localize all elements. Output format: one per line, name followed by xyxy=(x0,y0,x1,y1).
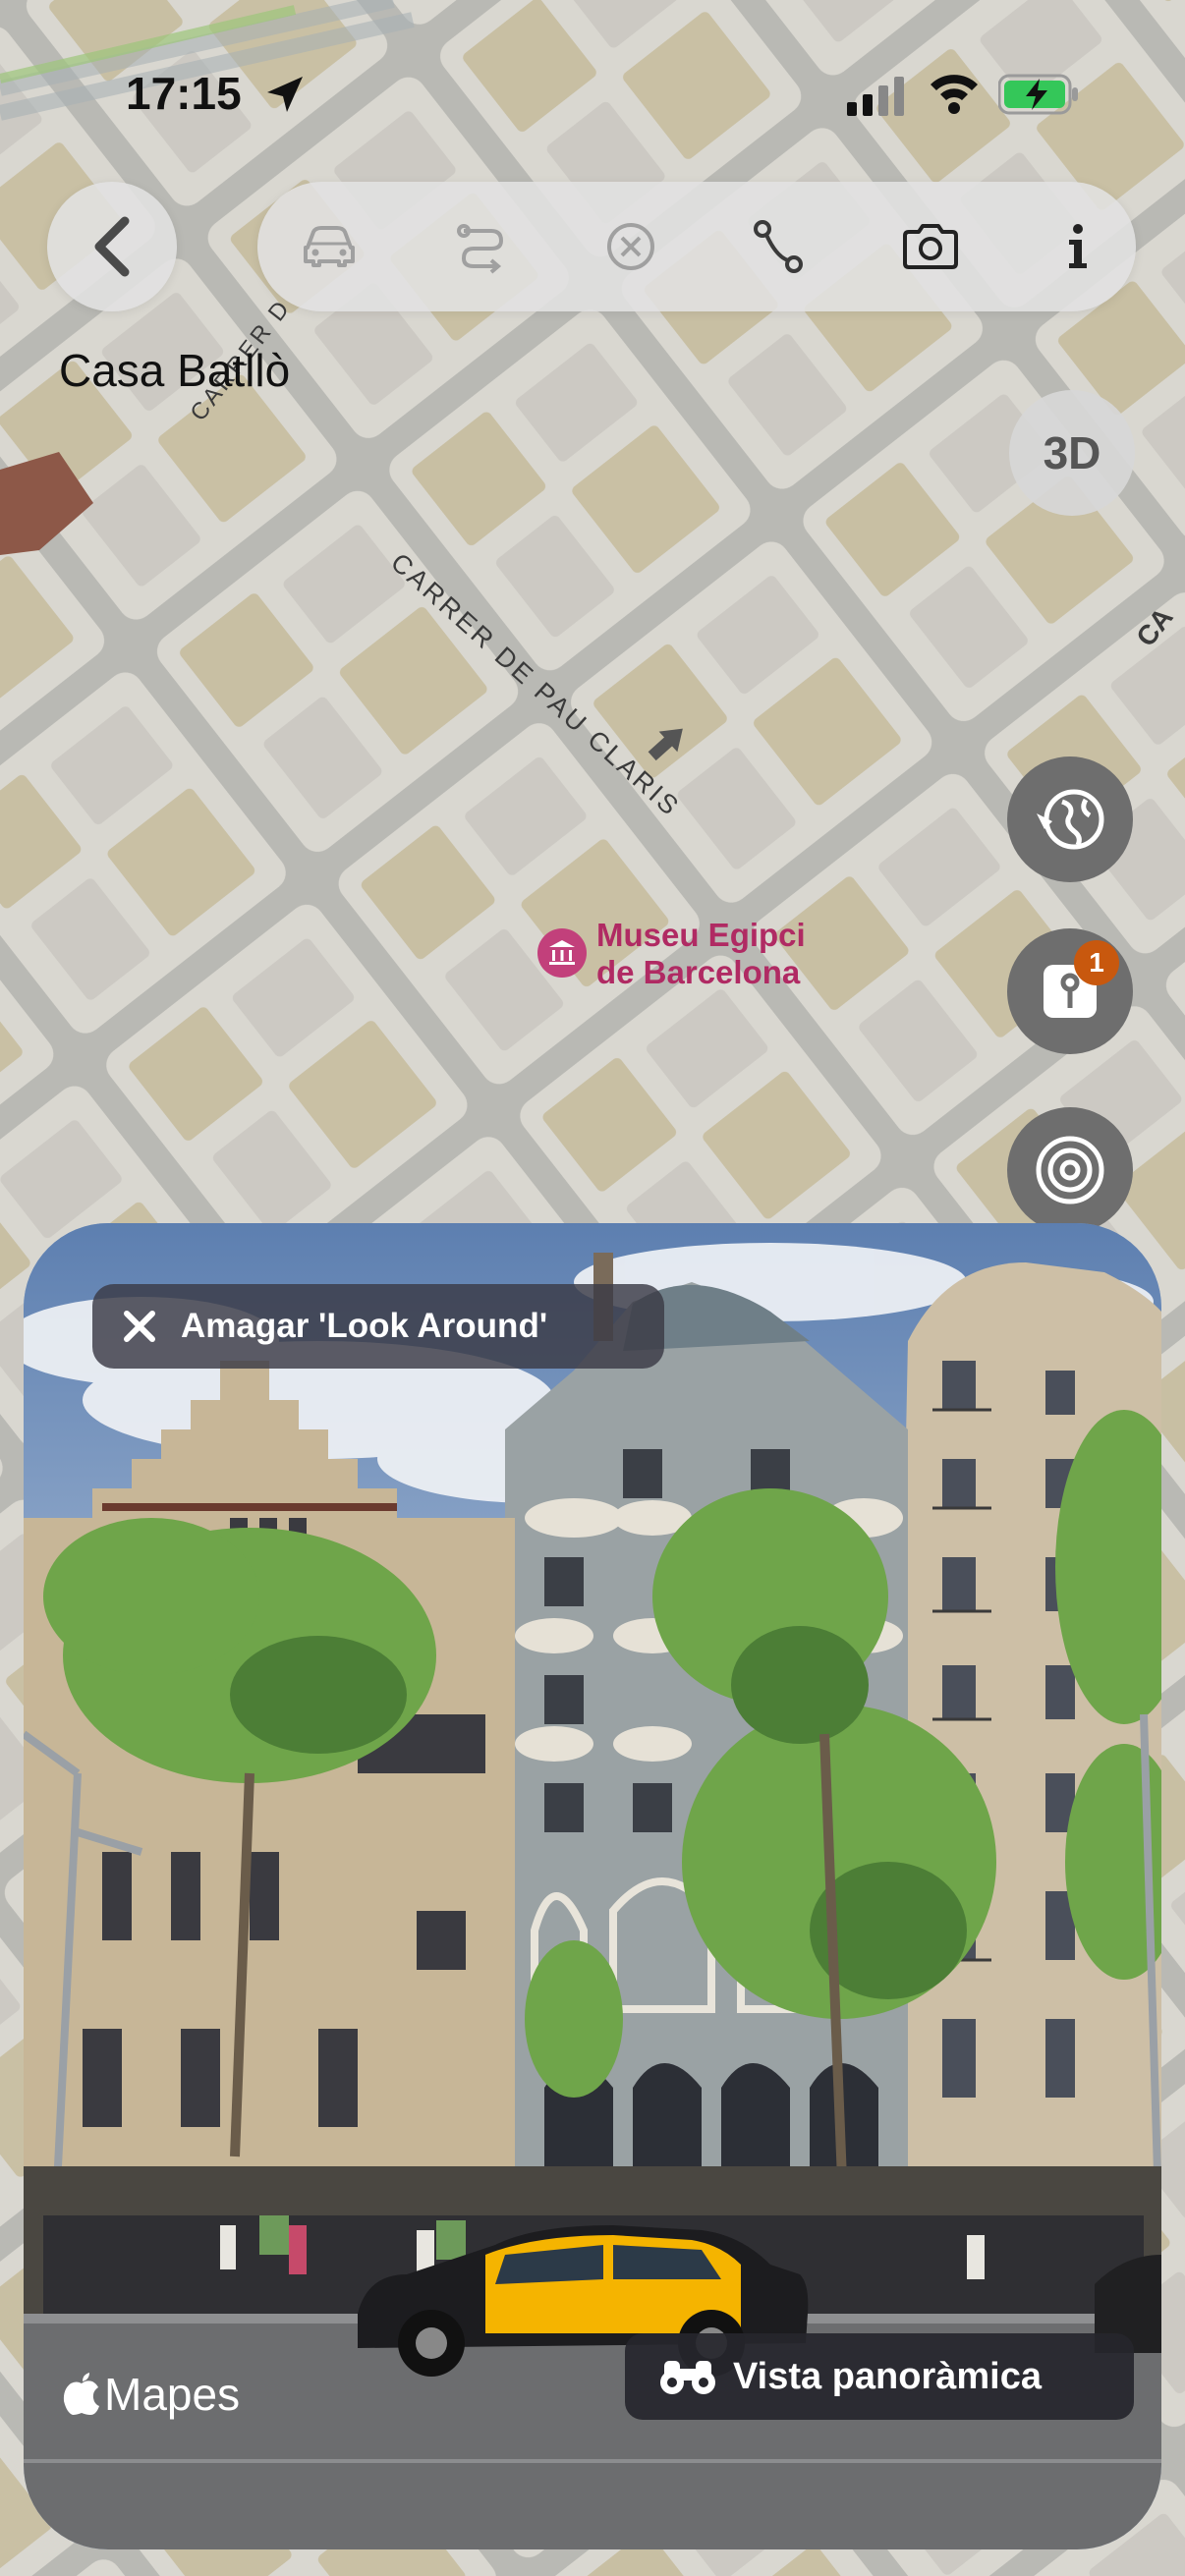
look-around-panel[interactable]: Amagar 'Look Around' Mapes Vista panoràm… xyxy=(24,1223,1161,2549)
globe-icon xyxy=(1037,789,1104,850)
hide-look-around-label: Amagar 'Look Around' xyxy=(181,1307,548,1345)
driving-mode-button[interactable] xyxy=(300,217,359,276)
battery-charging-icon xyxy=(998,74,1078,115)
3d-label: 3D xyxy=(1043,427,1101,478)
back-button[interactable] xyxy=(47,182,177,311)
3d-toggle-button[interactable]: 3D xyxy=(1009,390,1135,516)
clear-button[interactable] xyxy=(601,217,660,276)
path-icon xyxy=(754,220,803,273)
info-button[interactable] xyxy=(1048,217,1107,276)
museum-poi-marker[interactable] xyxy=(537,928,587,978)
museum-poi-label[interactable]: Museu Egipci de Barcelona xyxy=(596,917,806,991)
binoculars-icon xyxy=(660,2361,715,2394)
panorama-view-button[interactable]: Vista panoràmica xyxy=(625,2333,1134,2420)
cellular-signal-icon xyxy=(847,77,904,116)
place-title: Casa Batllò xyxy=(59,345,291,396)
poi-line-2: de Barcelona xyxy=(596,954,801,990)
camera-icon xyxy=(903,224,958,269)
notification-badge: 1 xyxy=(1074,940,1119,985)
apple-maps-logo: Mapes xyxy=(63,2368,240,2421)
close-icon xyxy=(124,1311,155,1342)
chevron-left-icon xyxy=(94,216,130,277)
panorama-view-label: Vista panoràmica xyxy=(733,2355,1043,2397)
target-icon xyxy=(1036,1136,1104,1204)
apple-logo-icon xyxy=(63,2373,99,2415)
status-time: 17:15 xyxy=(126,68,242,119)
wifi-icon xyxy=(931,75,978,114)
status-bar: 17:15 xyxy=(0,59,1185,138)
map-toolbar xyxy=(257,182,1136,311)
maps-brand-label: Mapes xyxy=(104,2369,241,2420)
lookaround-pin-button[interactable] xyxy=(1007,928,1133,1054)
location-arrow-icon xyxy=(267,77,303,112)
close-circle-icon xyxy=(607,223,654,270)
recenter-button[interactable] xyxy=(1007,1107,1133,1233)
car-icon xyxy=(304,226,355,267)
museum-icon xyxy=(549,940,575,965)
info-icon xyxy=(1069,224,1087,268)
map-mode-button[interactable] xyxy=(1007,756,1133,882)
hide-look-around-button[interactable]: Amagar 'Look Around' xyxy=(92,1284,664,1369)
route-button[interactable] xyxy=(452,217,511,276)
route-icon xyxy=(457,224,504,274)
poi-line-1: Museu Egipci xyxy=(596,917,806,953)
path-button[interactable] xyxy=(749,217,808,276)
camera-button[interactable] xyxy=(901,217,960,276)
